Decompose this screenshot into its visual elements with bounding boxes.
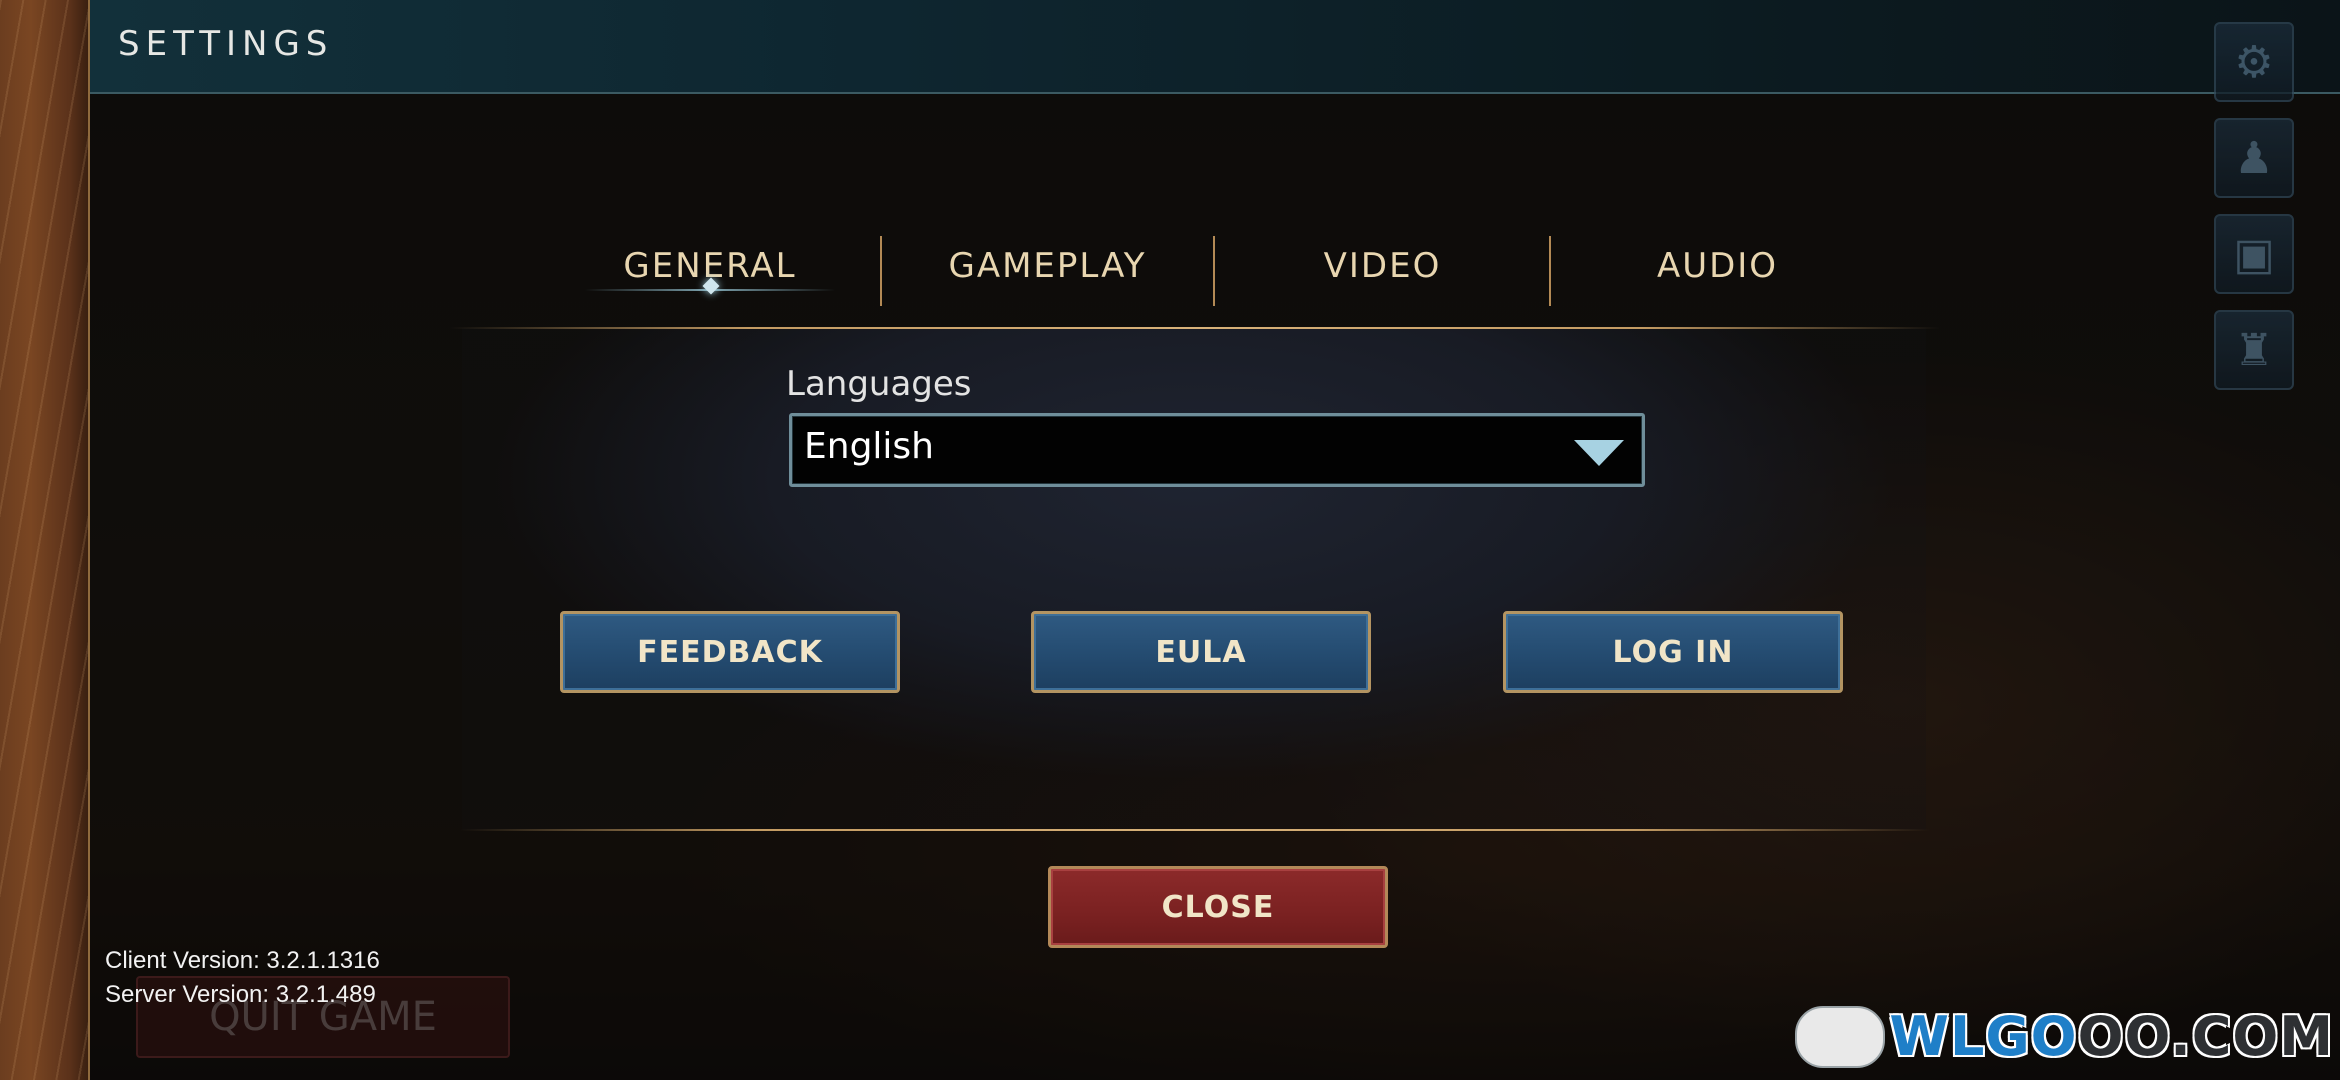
settings-panel — [462, 328, 1926, 830]
settings-header: SETTINGS — [90, 0, 2340, 94]
side-menu: ⚙ ♟ ▣ ♜ — [2214, 22, 2294, 406]
language-select[interactable]: English — [789, 413, 1645, 487]
castle-icon[interactable]: ♜ — [2214, 310, 2294, 390]
gear-icon[interactable]: ⚙ — [2214, 22, 2294, 102]
watermark-logo: WLGOOO.COM — [1795, 1005, 2334, 1068]
left-decorative-strip — [0, 0, 90, 1080]
languages-label: Languages — [786, 364, 972, 404]
chevron-down-icon — [1574, 440, 1624, 466]
watermark-text-blue: WLGO — [1889, 1005, 2078, 1068]
feedback-button[interactable]: FEEDBACK — [560, 611, 900, 693]
server-version: Server Version: 3.2.1.489 — [105, 981, 376, 1008]
top-divider — [450, 327, 1940, 329]
tab-divider — [1213, 236, 1215, 306]
scroll-icon[interactable]: ▣ — [2214, 214, 2294, 294]
eula-button[interactable]: EULA — [1031, 611, 1371, 693]
tab-divider — [1549, 236, 1551, 306]
watermark-text: WLGOOO.COM — [1889, 1005, 2334, 1068]
login-button[interactable]: LOG IN — [1503, 611, 1843, 693]
tab-divider — [880, 236, 882, 306]
group-icon[interactable]: ♟ — [2214, 118, 2294, 198]
language-selected-value: English — [804, 426, 934, 467]
close-button[interactable]: CLOSE — [1048, 866, 1388, 948]
page-title: SETTINGS — [118, 24, 334, 64]
tab-gameplay[interactable]: GAMEPLAY — [910, 246, 1185, 296]
gamepad-icon — [1795, 1005, 1886, 1068]
tab-video[interactable]: VIDEO — [1245, 246, 1520, 296]
tab-audio[interactable]: AUDIO — [1580, 246, 1855, 296]
watermark-text-dark: OO.COM — [2077, 1005, 2334, 1068]
client-version: Client Version: 3.2.1.1316 — [105, 947, 380, 974]
bottom-divider — [460, 829, 1930, 831]
